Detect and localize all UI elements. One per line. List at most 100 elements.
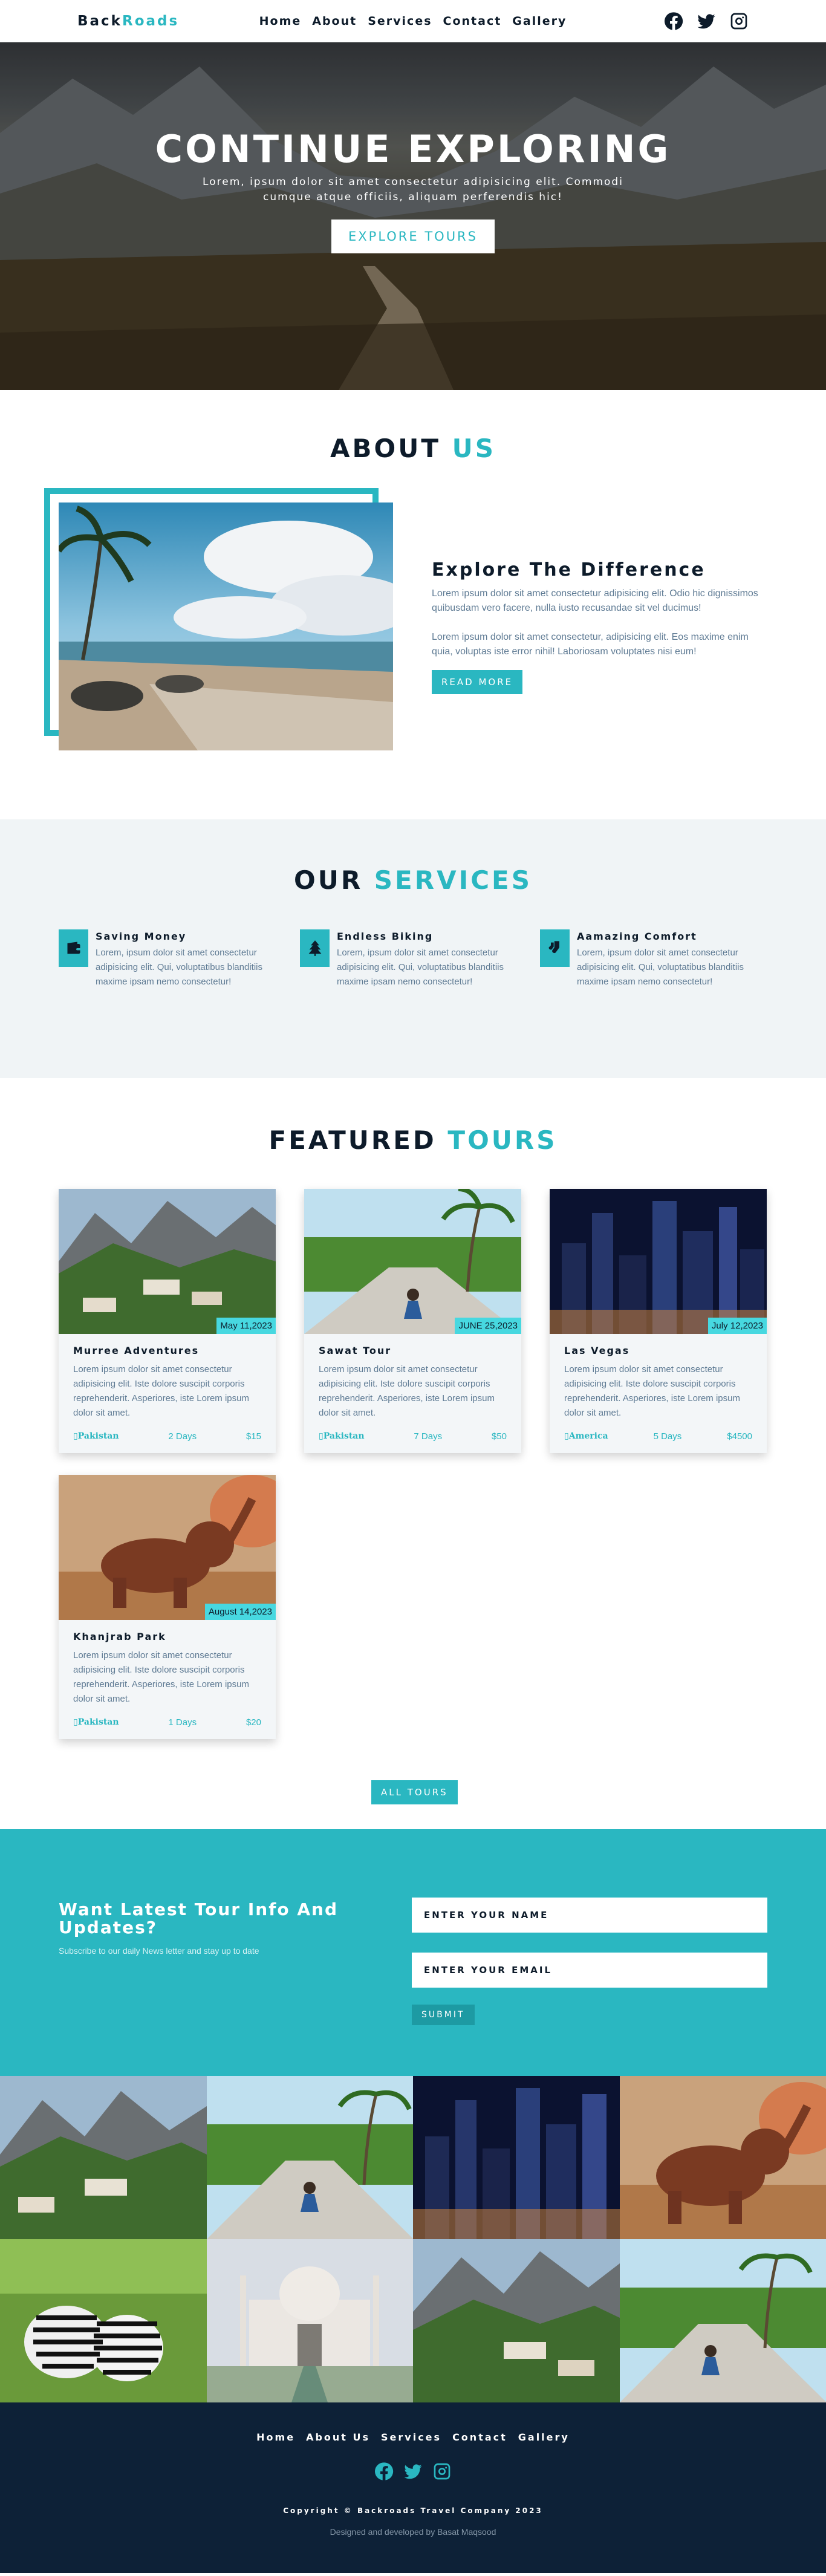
footer-link-home[interactable]: Home — [256, 2431, 295, 2443]
tour-location: ▯Pakistan — [319, 1431, 365, 1442]
about-text-block: Explore The Difference Lorem ipsum dolor… — [432, 559, 770, 694]
newsletter-subtitle: Subscribe to our daily News letter and s… — [59, 1946, 259, 1956]
service-text: Lorem, ipsum dolor sit amet consectetur … — [577, 948, 744, 987]
about-heading: Explore The Difference — [432, 559, 706, 581]
tour-image-mountains: May 11,2023 — [59, 1189, 276, 1334]
map-icon: ▯ — [319, 1431, 324, 1441]
all-tours-button[interactable]: ALL TOURS — [371, 1780, 458, 1804]
footer-link-gallery[interactable]: Gallery — [518, 2431, 570, 2443]
instagram-icon[interactable] — [729, 11, 749, 31]
instagram-icon[interactable] — [432, 2462, 452, 2481]
tour-title: Las Vegas — [564, 1345, 630, 1356]
footer-social-icons — [0, 2462, 826, 2481]
newsletter-section: Want Latest Tour Info And Updates? Subsc… — [0, 1829, 826, 2076]
tour-date-badge: August 14,2023 — [204, 1604, 276, 1620]
newsletter-title: Want Latest Tour Info And Updates? — [59, 1899, 339, 1937]
tour-location-text: Pakistan — [323, 1431, 365, 1441]
service-item: Saving Money Lorem, ipsum dolor sit amet … — [59, 929, 264, 989]
tour-location-text: Pakistan — [77, 1717, 119, 1727]
tour-description: Lorem ipsum dolor sit amet consectetur a… — [73, 1364, 249, 1418]
explore-tours-button[interactable]: EXPLORE TOURS — [331, 220, 495, 253]
nav-links: Home About Services Contact Gallery — [259, 15, 567, 28]
facebook-icon[interactable] — [374, 2462, 394, 2481]
tours-title-a: FEATURED — [268, 1125, 437, 1155]
name-input[interactable]: ENTER YOUR NAME — [412, 1898, 767, 1933]
gallery-image-valley[interactable] — [413, 2239, 620, 2402]
tours-title-b: TOURS — [447, 1125, 558, 1155]
gallery-grid — [0, 2076, 826, 2402]
logo-text-b: Roads — [122, 13, 180, 29]
tour-card[interactable]: August 14,2023 Khanjrab Park Lorem ipsum… — [59, 1475, 276, 1739]
developer-credit: Designed and developed by Basat Maqsood — [330, 2527, 496, 2537]
footer-link-about[interactable]: About Us — [306, 2431, 370, 2443]
nav-link-contact[interactable]: Contact — [443, 15, 502, 28]
nav-link-gallery[interactable]: Gallery — [512, 15, 567, 28]
tour-description: Lorem ipsum dolor sit amet consectetur a… — [319, 1364, 495, 1418]
tour-location: ▯America — [564, 1431, 608, 1442]
tour-title: Sawat Tour — [319, 1345, 392, 1356]
map-icon: ▯ — [73, 1717, 78, 1727]
twitter-icon[interactable] — [697, 11, 716, 31]
tour-card[interactable]: July 12,2023 Las Vegas Lorem ipsum dolor… — [550, 1189, 767, 1453]
tour-duration: 7 Days — [414, 1431, 443, 1442]
hero-subtitle: Lorem, ipsum dolor sit amet consectetur … — [203, 176, 623, 203]
about-title: ABOUT US — [0, 434, 826, 463]
footer-links: Home About Us Services Contact Gallery — [0, 2431, 826, 2443]
nav-link-about[interactable]: About — [312, 15, 357, 28]
tour-location-text: America — [568, 1431, 608, 1441]
email-input[interactable]: ENTER YOUR EMAIL — [412, 1953, 767, 1988]
submit-button[interactable]: SUBMIT — [412, 2005, 475, 2025]
tour-image-elephant: August 14,2023 — [59, 1475, 276, 1620]
about-section: ABOUT US Explore The Difference Lorem ip… — [0, 390, 826, 819]
tour-description: Lorem ipsum dolor sit amet consectetur a… — [73, 1650, 249, 1704]
about-title-a: ABOUT — [330, 434, 441, 463]
service-title: Saving Money — [96, 931, 187, 942]
navbar: BackRoads Home About Services Contact Ga… — [0, 0, 826, 42]
nav-link-services[interactable]: Services — [368, 15, 432, 28]
tour-image-city: July 12,2023 — [550, 1189, 767, 1334]
services-title: OUR SERVICES — [0, 865, 826, 895]
tour-date-badge: May 11,2023 — [216, 1318, 276, 1334]
gallery-image-zebras[interactable] — [0, 2239, 207, 2402]
tour-card[interactable]: May 11,2023 Murree Adventures Lorem ipsu… — [59, 1189, 276, 1453]
service-title: Endless Biking — [337, 931, 434, 942]
tour-location-text: Pakistan — [77, 1431, 119, 1441]
tour-title: Murree Adventures — [73, 1345, 200, 1356]
service-title: Aamazing Comfort — [577, 931, 697, 942]
map-icon: ▯ — [73, 1431, 78, 1441]
socks-icon — [540, 929, 570, 967]
gallery-image-city[interactable] — [413, 2076, 620, 2239]
footer-link-contact[interactable]: Contact — [452, 2431, 507, 2443]
gallery-image-mountains[interactable] — [0, 2076, 207, 2239]
tour-card[interactable]: JUNE 25,2023 Sawat Tour Lorem ipsum dolo… — [304, 1189, 521, 1453]
tour-price: $4500 — [727, 1431, 752, 1442]
hero-title: CONTINUE EXPLORING — [155, 127, 671, 171]
services-title-b: SERVICES — [374, 865, 532, 895]
logo[interactable]: BackRoads — [77, 13, 259, 29]
tours-section: FEATURED TOURS May 11,2023 Murree Advent… — [0, 1078, 826, 1829]
tour-location: ▯Pakistan — [73, 1431, 119, 1442]
copyright-text: Copyright © Backroads Travel Company 202… — [283, 2506, 543, 2515]
map-icon: ▯ — [564, 1431, 569, 1441]
nav-link-home[interactable]: Home — [259, 15, 302, 28]
service-text: Lorem, ipsum dolor sit amet consectetur … — [96, 948, 262, 987]
gallery-image-road[interactable] — [206, 2076, 413, 2239]
about-paragraph-2: Lorem ipsum dolor sit amet consectetur, … — [432, 632, 749, 657]
gallery-image-path[interactable] — [619, 2239, 826, 2402]
nav-social-icons — [567, 11, 749, 31]
gallery-image-elephant[interactable] — [619, 2076, 826, 2239]
tour-image-road: JUNE 25,2023 — [304, 1189, 521, 1334]
tour-duration: 2 Days — [168, 1431, 197, 1442]
tours-title: FEATURED TOURS — [0, 1125, 826, 1155]
logo-text-a: Back — [77, 13, 122, 29]
about-title-b: US — [452, 434, 496, 463]
tree-icon — [300, 929, 330, 967]
gallery-image-taj-mahal[interactable] — [206, 2239, 413, 2402]
service-text: Lorem, ipsum dolor sit amet consectetur … — [337, 948, 504, 987]
read-more-button[interactable]: READ MORE — [432, 670, 523, 694]
beach-image — [59, 503, 393, 750]
twitter-icon[interactable] — [403, 2462, 423, 2481]
facebook-icon[interactable] — [664, 11, 683, 31]
footer-link-services[interactable]: Services — [381, 2431, 441, 2443]
tour-description: Lorem ipsum dolor sit amet consectetur a… — [564, 1364, 740, 1418]
